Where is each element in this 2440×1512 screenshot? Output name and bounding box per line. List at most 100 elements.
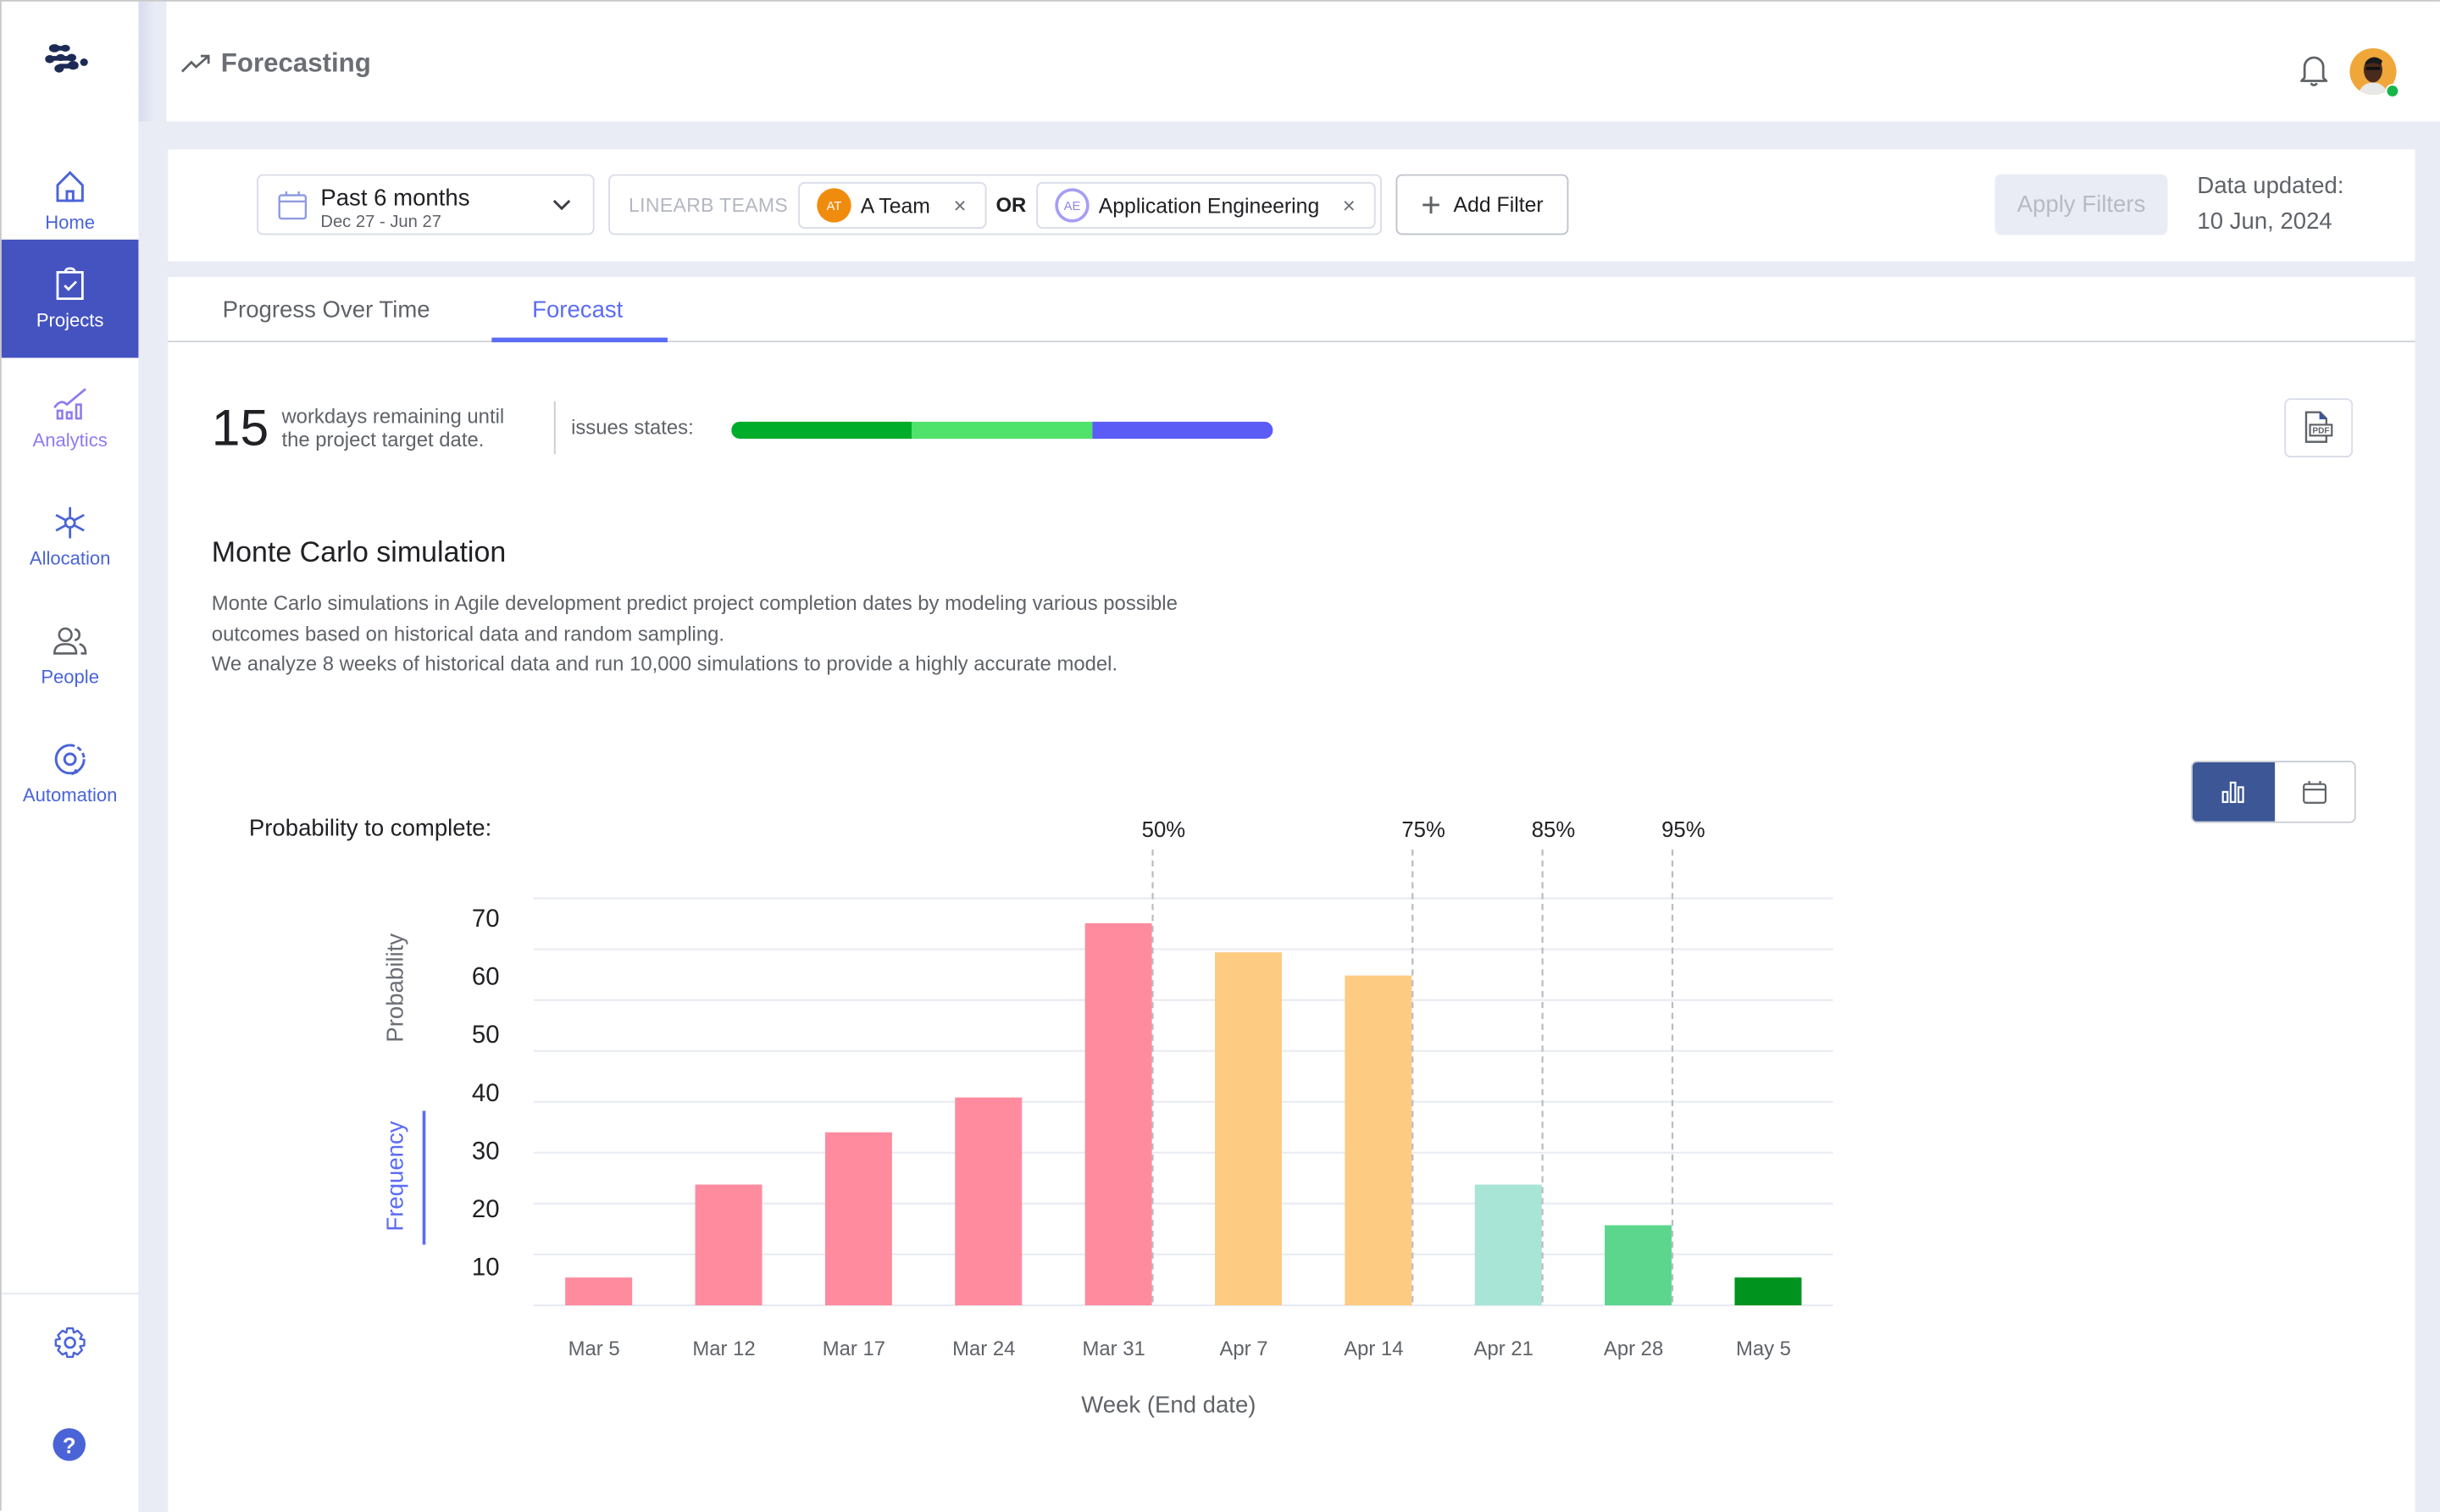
y-tick-label: 50 xyxy=(472,1021,500,1049)
x-tick-label: Apr 28 xyxy=(1604,1338,1663,1360)
trending-up-icon xyxy=(180,54,210,73)
bar-mar-24[interactable] xyxy=(955,1097,1023,1305)
bar-mar-17[interactable] xyxy=(824,1132,892,1305)
sidebar-item-label: People xyxy=(41,666,99,688)
workdays-text-line: the project target date. xyxy=(281,428,485,451)
bar-chart-view-button[interactable] xyxy=(2192,762,2275,822)
x-tick-label: Mar 24 xyxy=(952,1338,1015,1360)
y-tick-label: 40 xyxy=(472,1079,500,1107)
workdays-remaining-count: 15 xyxy=(211,398,269,457)
date-range-label: Past 6 months xyxy=(320,185,470,212)
bar-apr-7[interactable] xyxy=(1215,952,1282,1305)
y-tick-label: 70 xyxy=(472,905,500,933)
team-name: A Team xyxy=(860,193,930,218)
team-badge: AE xyxy=(1055,188,1090,223)
forecast-card xyxy=(168,276,2415,1512)
online-status-indicator xyxy=(2385,84,2400,98)
x-tick-label: Mar 31 xyxy=(1082,1338,1145,1360)
sidebar-item-analytics[interactable]: Analytics xyxy=(2,359,139,478)
people-icon xyxy=(53,627,87,655)
tab-progress-over-time[interactable]: Progress Over Time xyxy=(223,297,430,324)
issue-state-segment-done xyxy=(731,421,912,439)
sidebar-item-label: Automation xyxy=(22,784,118,806)
data-updated-label: Data updated: xyxy=(2197,172,2344,200)
settings-gear-icon[interactable] xyxy=(53,1326,86,1360)
sidebar-item-allocation[interactable]: Allocation xyxy=(2,478,139,596)
issue-state-segment-in-progress xyxy=(912,421,1092,439)
bar-mar-5[interactable] xyxy=(565,1277,633,1305)
sidebar-item-projects[interactable]: Projects xyxy=(1,239,139,358)
analytics-chart-icon xyxy=(53,388,86,420)
team-name: Application Engineering xyxy=(1098,193,1320,218)
x-axis-label: Week (End date) xyxy=(1081,1392,1256,1418)
automation-gear-icon xyxy=(54,744,86,776)
allocation-network-icon xyxy=(55,507,85,539)
team-chip-application-engineering[interactable]: AE Application Engineering × xyxy=(1036,181,1376,229)
x-tick-label: Apr 7 xyxy=(1219,1338,1267,1360)
monte-carlo-description: outcomes based on historical data and ra… xyxy=(211,622,725,646)
sidebar-item-label: Home xyxy=(45,211,96,234)
x-tick-label: Apr 14 xyxy=(1344,1338,1403,1360)
bar-apr-28[interactable] xyxy=(1605,1225,1672,1305)
x-tick-label: Apr 21 xyxy=(1474,1338,1533,1360)
clipboard-check-icon xyxy=(56,267,84,301)
pdf-icon-text: PDF xyxy=(2312,427,2329,436)
data-updated-date: 10 Jun, 2024 xyxy=(2197,208,2332,235)
issue-states-label: issues states: xyxy=(571,415,694,439)
bar-apr-14[interactable] xyxy=(1345,975,1412,1305)
help-icon[interactable]: ? xyxy=(53,1428,86,1461)
remove-team-icon[interactable]: × xyxy=(1343,193,1356,218)
team-filter: LINEARB TEAMS AT A Team × OR AE Applicat… xyxy=(608,174,1382,235)
bar-apr-21[interactable] xyxy=(1474,1184,1542,1305)
bell-icon[interactable] xyxy=(2299,53,2330,86)
x-tick-label: Mar 17 xyxy=(823,1338,885,1360)
bar-may-5[interactable] xyxy=(1734,1277,1802,1305)
date-range-dates: Dec 27 - Jun 27 xyxy=(320,213,441,232)
monte-carlo-description: Monte Carlo simulations in Agile develop… xyxy=(211,590,1178,615)
x-tick-label: Mar 12 xyxy=(692,1338,755,1360)
export-pdf-button[interactable]: PDF xyxy=(2284,398,2354,457)
calendar-icon xyxy=(278,191,308,220)
plus-icon: + xyxy=(1421,184,1441,224)
date-range-select[interactable]: Past 6 months Dec 27 - Jun 27 xyxy=(257,174,595,235)
apply-filters-button[interactable]: Apply Filters xyxy=(1994,174,2168,235)
sidebar-item-label: Analytics xyxy=(32,429,108,451)
percentile-label: 50% xyxy=(1142,818,1185,842)
x-tick-label: May 5 xyxy=(1736,1338,1791,1360)
bar-mar-31[interactable] xyxy=(1084,922,1152,1305)
sidebar-item-label: Projects xyxy=(36,309,104,332)
sidebar-item-automation[interactable]: Automation xyxy=(2,714,139,833)
team-chip-a-team[interactable]: AT A Team × xyxy=(798,181,987,229)
bar-chart-icon xyxy=(2222,781,2245,803)
calendar-icon xyxy=(2302,780,2326,803)
monte-carlo-title: Monte Carlo simulation xyxy=(211,534,507,568)
chart-title: Probability to complete: xyxy=(248,815,492,842)
sidebar-divider xyxy=(1,1293,139,1295)
page-title: Forecasting xyxy=(220,47,371,78)
app-window: Home Projects Analytics Allocation Peopl… xyxy=(0,0,2440,1512)
calendar-view-button[interactable] xyxy=(2274,762,2354,822)
active-tab-indicator xyxy=(491,337,668,343)
add-filter-button[interactable]: + Add Filter xyxy=(1395,174,1569,235)
percentile-label: 75% xyxy=(1401,818,1445,842)
tab-forecast[interactable]: Forecast xyxy=(532,297,623,324)
top-header xyxy=(166,1,2440,122)
teams-filter-label: LINEARB TEAMS xyxy=(629,194,789,217)
monte-carlo-description: We analyze 8 weeks of historical data an… xyxy=(211,651,1118,676)
issue-state-segment-todo xyxy=(1091,421,1273,439)
add-filter-label: Add Filter xyxy=(1453,192,1544,217)
issue-states-bar xyxy=(731,421,1273,439)
linearb-logo-icon[interactable] xyxy=(42,42,89,76)
y-tick-label: 60 xyxy=(472,963,500,991)
bar-mar-12[interactable] xyxy=(695,1184,762,1305)
remove-team-icon[interactable]: × xyxy=(954,193,967,218)
y-axis-option-probability[interactable]: Probability xyxy=(382,933,408,1043)
y-tick-label: 20 xyxy=(472,1195,500,1223)
x-tick-label: Mar 5 xyxy=(568,1338,620,1360)
sidebar-item-label: Allocation xyxy=(29,547,111,570)
percentile-label: 85% xyxy=(1532,818,1575,842)
team-badge: AT xyxy=(817,188,851,223)
y-axis-option-frequency[interactable]: Frequency xyxy=(382,1121,408,1231)
sidebar-item-people[interactable]: People xyxy=(2,595,139,714)
sidebar: Home Projects Analytics Allocation Peopl… xyxy=(1,1,139,1512)
